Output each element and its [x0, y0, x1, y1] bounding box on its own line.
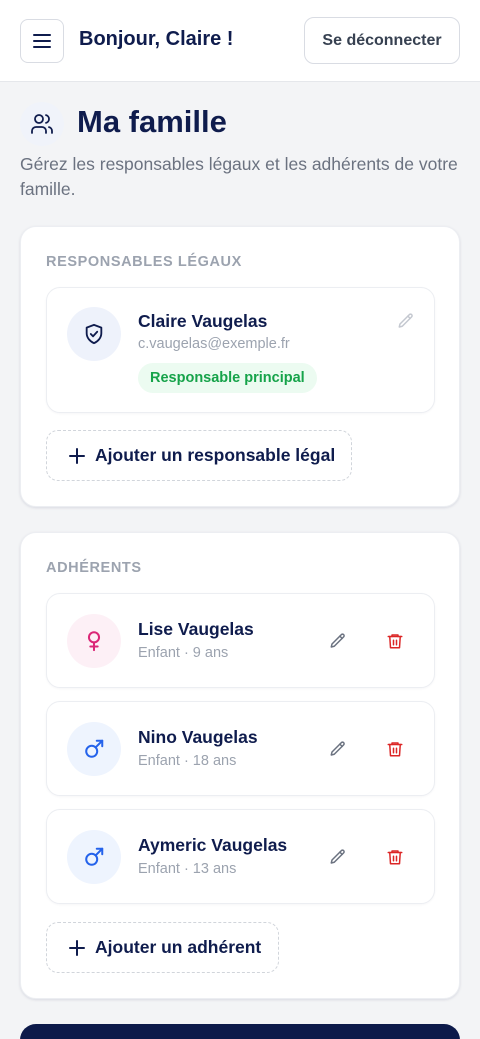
edit-responsable-button[interactable] — [391, 306, 421, 336]
adherent-meta: Enfant · 18 ans — [138, 753, 237, 769]
adherent-item[interactable]: Nino Vaugelas Enfant · 18 ans — [46, 701, 435, 796]
edit-adherent-button[interactable] — [323, 734, 353, 764]
delete-adherent-button[interactable] — [380, 626, 410, 656]
adherent-name: Lise Vaugelas — [138, 619, 254, 639]
menu-button[interactable] — [20, 19, 64, 63]
adherent-item[interactable]: Lise Vaugelas Enfant · 9 ans — [46, 593, 435, 688]
adherents-section-label: ADHÉRENTS — [46, 560, 142, 576]
add-adherent-button[interactable]: Ajouter un adhérent — [46, 922, 279, 973]
page-title: Ma famille — [77, 104, 227, 139]
edit-adherent-button[interactable] — [323, 626, 353, 656]
status-badge: Responsable principal — [138, 363, 317, 393]
responsables-card: RESPONSABLES LÉGAUX Claire Vaugelas c.va… — [20, 226, 460, 507]
responsable-email: c.vaugelas@exemple.fr — [138, 336, 290, 352]
family-icon — [20, 102, 64, 146]
adherent-name: Aymeric Vaugelas — [138, 835, 288, 855]
page-subtitle: Gérez les responsables légaux et les adh… — [20, 154, 458, 199]
adherent-item[interactable]: Aymeric Vaugelas Enfant · 13 ans — [46, 809, 435, 904]
greeting-text: Bonjour, Claire ! — [79, 28, 234, 50]
logout-button[interactable]: Se déconnecter — [304, 17, 460, 64]
male-icon — [67, 830, 121, 884]
delete-adherent-button[interactable] — [380, 734, 410, 764]
responsables-section-label: RESPONSABLES LÉGAUX — [46, 254, 242, 270]
add-responsable-button[interactable]: Ajouter un responsable légal — [46, 430, 352, 481]
responsable-name: Claire Vaugelas — [138, 311, 268, 331]
pencil-icon — [330, 633, 345, 648]
add-adherent-label: Ajouter un adhérent — [95, 937, 262, 957]
shield-check-icon — [67, 307, 121, 361]
hamburger-icon — [33, 34, 51, 48]
top-header: Bonjour, Claire ! Se déconnecter — [0, 0, 480, 82]
trash-icon — [387, 634, 403, 649]
adherent-meta: Enfant · 9 ans — [138, 645, 229, 661]
plus-icon — [69, 447, 85, 464]
pencil-icon — [330, 741, 345, 756]
trash-icon — [387, 850, 403, 865]
plus-icon — [69, 939, 85, 956]
male-icon — [67, 722, 121, 776]
add-responsable-label: Ajouter un responsable légal — [95, 445, 336, 465]
pencil-icon — [330, 849, 345, 864]
adherents-card: ADHÉRENTS Lise Vaugelas Enfant · 9 ans N… — [20, 532, 460, 999]
adherent-name: Nino Vaugelas — [138, 727, 258, 747]
pencil-icon — [398, 313, 413, 328]
trash-icon — [387, 742, 403, 757]
edit-adherent-button[interactable] — [323, 842, 353, 872]
bottom-action-bar[interactable] — [20, 1024, 460, 1039]
delete-adherent-button[interactable] — [380, 842, 410, 872]
female-icon — [67, 614, 121, 668]
responsable-item: Claire Vaugelas c.vaugelas@exemple.fr Re… — [46, 287, 435, 413]
adherent-meta: Enfant · 13 ans — [138, 861, 237, 877]
